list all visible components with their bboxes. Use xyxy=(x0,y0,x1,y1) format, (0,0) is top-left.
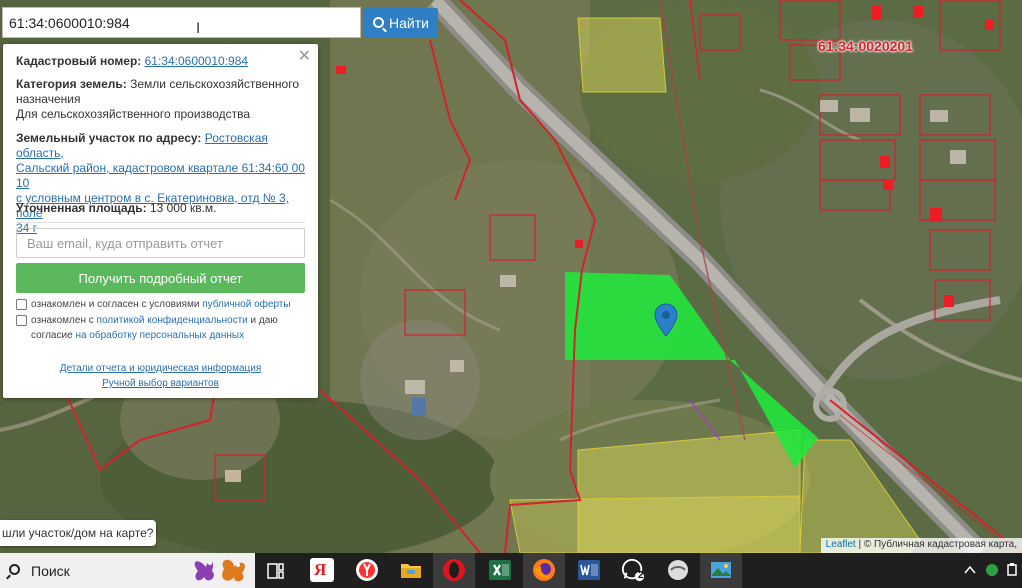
opera-icon[interactable] xyxy=(442,558,466,582)
land-category-row: Категория земель: Земли сельскохозяйстве… xyxy=(16,77,306,122)
cadastral-number-label: Кадастровый номер: xyxy=(16,54,142,68)
find-button-label: Найти xyxy=(389,14,429,31)
offer-consent-label: ознакомлен и согласен с условиями публич… xyxy=(31,297,311,312)
address-link-line-2[interactable]: Сальский район, кадастровом квартале 61:… xyxy=(16,161,305,190)
yandex-browser-icon[interactable] xyxy=(355,558,379,582)
cadastral-number-row: Кадастровый номер: 61:34:0600010:984 xyxy=(16,54,306,69)
privacy-consent-label-line-2: согласие на обработку персональных данны… xyxy=(31,328,311,343)
file-explorer-icon[interactable] xyxy=(399,558,423,582)
tray-app-icon[interactable] xyxy=(985,563,999,577)
area-value: 13 000 кв.м. xyxy=(149,201,217,215)
land-category-label: Категория земель: xyxy=(16,77,127,91)
privacy-policy-link[interactable]: политикой конфиденциальности xyxy=(97,315,248,326)
taskbar-search-text: Поиск xyxy=(31,563,70,579)
task-view-icon[interactable] xyxy=(266,561,286,581)
privacy-consent-text-c: согласие xyxy=(31,330,76,341)
email-field[interactable]: Ваш email, куда отправить отчет xyxy=(16,228,305,258)
windows-taskbar: Поиск Я 2 xyxy=(0,553,1022,588)
parcel-label: 61:34:0020201 xyxy=(818,38,913,54)
cadastral-search-input[interactable] xyxy=(2,7,361,38)
chevron-up-icon[interactable] xyxy=(964,565,976,575)
privacy-consent-label: ознакомлен с политикой конфиденциальност… xyxy=(31,313,311,328)
offer-consent-checkbox[interactable] xyxy=(16,299,27,310)
attribution-text: | © Публичная кадастровая карта, xyxy=(855,539,1017,550)
privacy-consent-text: ознакомлен с xyxy=(31,315,97,326)
report-details-link[interactable]: Детали отчета и юридическая информация xyxy=(3,361,318,376)
parcel-info-panel: ✕ Кадастровый номер: 61:34:0600010:984 К… xyxy=(3,44,318,398)
image-viewer-icon[interactable] xyxy=(709,558,733,582)
butterfly-image xyxy=(194,559,245,582)
public-offer-link[interactable]: публичной оферты xyxy=(202,299,290,310)
whatsapp-badge: 2 xyxy=(638,570,644,581)
privacy-consent-text-b: и даю xyxy=(247,315,278,326)
app-icon[interactable] xyxy=(666,558,690,582)
map-attribution: Leaflet | © Публичная кадастровая карта, xyxy=(820,538,1022,553)
hint-bubble[interactable]: шли участок/дом на карте? xyxy=(0,520,156,546)
firefox-icon[interactable] xyxy=(532,558,556,582)
tray-usb-icon[interactable] xyxy=(1005,563,1019,577)
offer-consent-text: ознакомлен и согласен с условиями xyxy=(31,299,203,310)
land-category-value-cont: назначения xyxy=(16,92,81,106)
manual-selection-link[interactable]: Ручной выбор вариантов xyxy=(3,376,318,391)
land-category-value: Земли сельскохозяйственного xyxy=(130,77,300,91)
taskbar-search-box[interactable]: Поиск xyxy=(0,553,255,588)
search-icon xyxy=(9,564,20,575)
divider xyxy=(16,222,305,223)
cadastral-number-link[interactable]: 61:34:0600010:984 xyxy=(145,54,248,68)
leaflet-link[interactable]: Leaflet xyxy=(826,539,856,550)
get-report-button[interactable]: Получить подробный отчет xyxy=(16,263,305,293)
text-cursor-icon: I xyxy=(196,21,201,37)
personal-data-link[interactable]: на обработку персональных данных xyxy=(75,330,244,341)
area-label: Уточненная площадь: xyxy=(16,201,147,215)
map-pin-icon[interactable] xyxy=(654,303,678,337)
search-icon xyxy=(373,17,385,28)
land-usage-value: Для сельскохозяйственного производства xyxy=(16,107,251,121)
yandex-icon[interactable]: Я xyxy=(310,558,334,582)
word-icon[interactable] xyxy=(577,558,601,582)
address-label: Земельный участок по адресу: xyxy=(16,131,202,145)
excel-icon[interactable] xyxy=(488,558,512,582)
area-row: Уточненная площадь: 13 000 кв.м. xyxy=(16,201,306,216)
address-row: Земельный участок по адресу: Ростовская … xyxy=(16,131,306,236)
privacy-consent-checkbox[interactable] xyxy=(16,315,27,326)
find-button[interactable]: Найти xyxy=(364,8,438,37)
